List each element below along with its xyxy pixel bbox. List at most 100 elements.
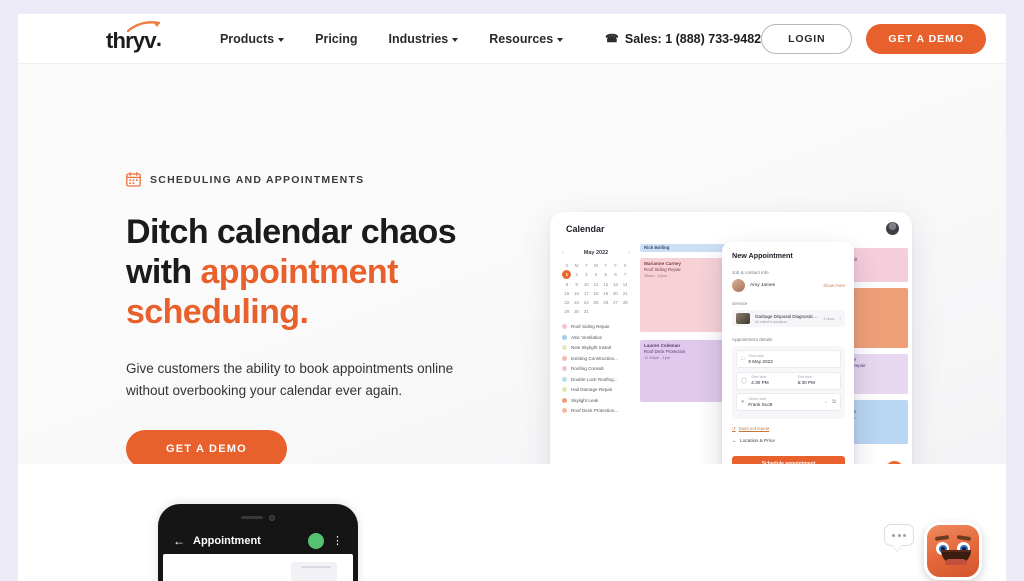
prev-month-button[interactable]: ‹ bbox=[562, 250, 564, 256]
mini-day-cell[interactable]: 28 bbox=[620, 299, 630, 306]
mini-day-cell[interactable]: 20 bbox=[611, 290, 621, 297]
legend-label: Attic Ventilation bbox=[571, 334, 603, 340]
nav-item-products[interactable]: Products bbox=[219, 31, 285, 46]
mini-day-cell[interactable]: 23 bbox=[572, 299, 582, 306]
mascot-eyebrow-right bbox=[956, 535, 972, 541]
nav-item-products-label: Products bbox=[219, 31, 275, 46]
schedule-appointment-button[interactable]: Schedule appointment bbox=[732, 456, 845, 464]
mini-day-cell[interactable]: 12 bbox=[601, 281, 611, 288]
duplicate-icon[interactable]: ⧉ bbox=[832, 399, 836, 406]
mini-day-cell[interactable]: 30 bbox=[572, 308, 582, 315]
chat-widget[interactable] bbox=[882, 518, 982, 581]
repeat-setting-link[interactable]: ↺ Does not repeat bbox=[732, 426, 845, 432]
get-a-demo-button-header[interactable]: GET A DEMO bbox=[866, 23, 987, 54]
service-card[interactable]: Garbage Disposal Diagnostic $150.00 At c… bbox=[732, 310, 845, 327]
mini-day-cell[interactable]: 27 bbox=[611, 299, 621, 306]
mini-day-cell[interactable]: 25 bbox=[591, 299, 601, 306]
header-actions: LOGIN GET A DEMO bbox=[761, 23, 987, 54]
phone-content-line bbox=[301, 566, 331, 568]
chat-mascot-avatar[interactable] bbox=[924, 522, 982, 580]
nav-item-resources-label: Resources bbox=[489, 31, 554, 46]
legend-item[interactable]: Double Lock Roofing... bbox=[562, 376, 630, 382]
legend-label: Roofing Consult bbox=[571, 366, 604, 371]
mini-day-cell[interactable]: 24 bbox=[581, 299, 591, 306]
arrow-left-icon[interactable]: ← bbox=[173, 534, 185, 548]
mini-month-grid[interactable]: S M T W T F S 1 2 3 4 5 6 7 8 9 10 11 12 13 14 15 16 17 18 19 20 21… bbox=[562, 262, 630, 315]
mini-day-cell[interactable]: 13 bbox=[611, 281, 621, 288]
legend-item[interactable]: Roofing Consult bbox=[562, 366, 630, 371]
legend-item[interactable]: Hail Damage Repair bbox=[562, 387, 630, 392]
mascot-eyebrow-left bbox=[934, 535, 950, 541]
mini-day-cell[interactable]: 8 bbox=[562, 281, 572, 288]
mini-day-cell[interactable]: 9 bbox=[572, 281, 582, 288]
calendar-event[interactable]: Marianne Carney Roof Siding Repair 10am - … bbox=[640, 258, 726, 332]
nav-item-pricing-label: Pricing bbox=[315, 31, 358, 46]
mini-day-cell[interactable]: 18 bbox=[591, 290, 601, 297]
nav-item-industries[interactable]: Industries bbox=[389, 32, 459, 46]
mini-weekday-label: S bbox=[565, 263, 569, 268]
chevron-down-icon: ⌄ bbox=[732, 438, 737, 444]
mini-day-cell[interactable]: 1 bbox=[562, 270, 572, 279]
legend-item[interactable]: Attic Ventilation bbox=[562, 334, 630, 340]
service-details: Garbage Disposal Diagnostic $150.00 At c… bbox=[755, 314, 818, 324]
mini-day-cell[interactable]: 17 bbox=[581, 290, 591, 297]
mini-day-cell[interactable]: 11 bbox=[591, 281, 601, 288]
mini-day-cell[interactable]: 6 bbox=[611, 271, 621, 278]
mini-day-cell[interactable]: 19 bbox=[601, 290, 611, 297]
location-price-row[interactable]: ⌄ Location & Price bbox=[732, 439, 845, 444]
legend-item[interactable]: Roof Deck Protection... bbox=[562, 408, 630, 413]
mini-day-cell[interactable]: 16 bbox=[572, 290, 582, 297]
get-a-demo-button-hero[interactable]: GET A DEMO bbox=[126, 430, 287, 464]
avatar[interactable] bbox=[886, 222, 899, 235]
login-button[interactable]: LOGIN bbox=[761, 23, 853, 54]
mini-day-cell[interactable]: 21 bbox=[620, 290, 630, 297]
next-month-button[interactable]: › bbox=[628, 250, 630, 256]
kebab-menu-icon[interactable]: ⋮ bbox=[332, 536, 343, 547]
legend-label: Hail Damage Repair bbox=[571, 387, 613, 392]
legend-item[interactable]: Existing Construction... bbox=[562, 355, 630, 361]
hero-subheading: Give customers the ability to book appoi… bbox=[126, 361, 454, 399]
thryv-logo[interactable]: thryv . bbox=[106, 20, 162, 53]
logo-text: thryv bbox=[106, 27, 157, 53]
mini-day-cell[interactable]: 14 bbox=[620, 281, 630, 288]
legend-item[interactable]: New Skylight Install bbox=[562, 345, 630, 350]
legend-item[interactable]: Roof Siding Repair bbox=[562, 324, 630, 329]
mini-day-cell[interactable]: 31 bbox=[581, 308, 591, 315]
mini-day-cell[interactable]: 4 bbox=[591, 271, 601, 278]
mini-day-cell[interactable]: 10 bbox=[581, 281, 591, 288]
calendar-event[interactable]: Lauren Coleman Roof Deck Protection 12:30p… bbox=[640, 340, 726, 402]
mini-day-cell[interactable]: 7 bbox=[620, 271, 630, 278]
legend-item[interactable]: Skylight Leak bbox=[562, 397, 630, 403]
logo-dot: . bbox=[155, 25, 162, 51]
mini-day-cell[interactable]: 3 bbox=[581, 271, 591, 278]
service-duration: 1 hour bbox=[822, 316, 835, 321]
time-fields[interactable]: ◯ Start time 4:30 PM End time 5:30 PM bbox=[736, 371, 841, 390]
new-appointment-title: New Appointment bbox=[732, 251, 793, 260]
start-time-field: Start time 4:30 PM bbox=[751, 375, 789, 386]
mini-day-cell[interactable]: 26 bbox=[601, 299, 611, 306]
start-date-field[interactable]: □ Start date 9 May 2022 bbox=[736, 350, 841, 368]
mini-day-cell[interactable]: 5 bbox=[601, 271, 611, 278]
show-more-link[interactable]: Show more bbox=[823, 283, 845, 288]
mini-day-cell[interactable]: 15 bbox=[562, 290, 572, 297]
hero-eyebrow-label: SCHEDULING AND APPOINTMENTS bbox=[150, 173, 365, 186]
contact-row[interactable]: Amy James Show more bbox=[732, 279, 845, 292]
new-appointment-modal: New Appointment Job & contact info Amy J… bbox=[722, 242, 854, 464]
sales-phone-label: Sales: 1 (888) 733-9482 bbox=[624, 31, 762, 46]
mini-day-cell[interactable]: 22 bbox=[562, 299, 572, 306]
all-day-event[interactable]: Rick Bolling bbox=[640, 244, 726, 252]
browser-viewport: thryv . Products Pricing Industries Reso… bbox=[0, 0, 1024, 581]
nav-item-industries-label: Industries bbox=[388, 31, 449, 46]
sales-phone-link[interactable]: ☎ Sales: 1 (888) 733-9482 bbox=[605, 32, 761, 46]
mini-day-cell[interactable]: 2 bbox=[572, 271, 582, 278]
nav-item-pricing[interactable]: Pricing bbox=[315, 32, 357, 46]
nav-item-resources[interactable]: Resources bbox=[489, 31, 564, 46]
phone-notch bbox=[232, 514, 284, 521]
repeat-icon: ↺ bbox=[732, 425, 736, 431]
chat-bubble bbox=[884, 524, 914, 546]
service-sublabel: At client's location bbox=[755, 318, 787, 324]
mini-day-cell[interactable]: 29 bbox=[562, 308, 572, 315]
legend-color-dot bbox=[562, 324, 567, 329]
staff-field[interactable]: ● Select staff Frank Scott ⌄ ⧉ bbox=[736, 393, 841, 411]
phone-mockup: ← Appointment ⋮ bbox=[158, 504, 358, 581]
